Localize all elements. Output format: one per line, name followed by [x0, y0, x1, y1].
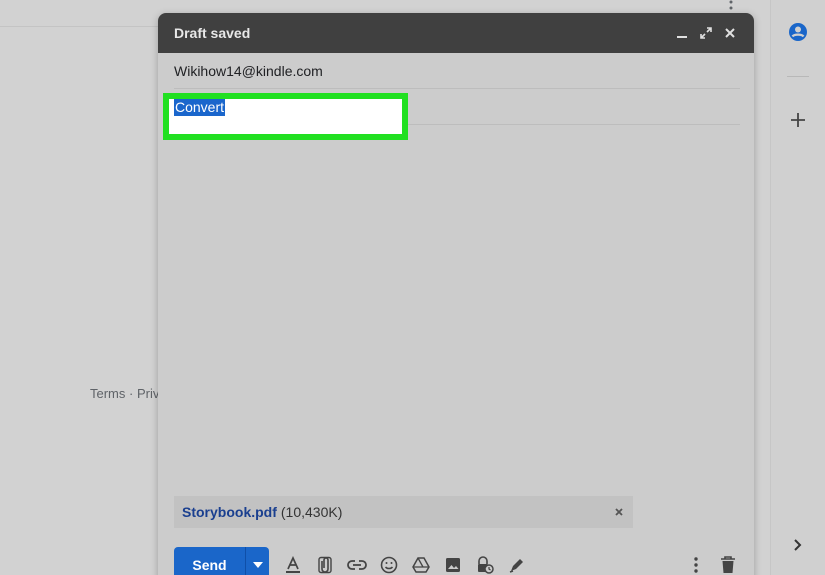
photo-icon[interactable]: [443, 555, 463, 575]
remove-attachment-icon[interactable]: [613, 506, 625, 518]
side-divider: [787, 76, 809, 77]
link-icon[interactable]: [347, 555, 367, 575]
subject-text[interactable]: Convert: [174, 99, 226, 116]
add-icon[interactable]: [787, 109, 809, 131]
attach-icon[interactable]: [315, 555, 335, 575]
close-icon[interactable]: [718, 21, 742, 45]
signature-icon[interactable]: [507, 555, 527, 575]
more-options-icon[interactable]: [686, 555, 706, 575]
subject-field[interactable]: Convert: [163, 89, 740, 140]
compose-title: Draft saved: [174, 25, 251, 41]
attachment-chip[interactable]: Storybook.pdf (10,430K): [174, 496, 633, 528]
chevron-right-icon[interactable]: [787, 534, 809, 556]
confidential-icon[interactable]: [475, 555, 495, 575]
send-button[interactable]: Send: [174, 547, 245, 575]
send-options-icon[interactable]: [245, 547, 269, 575]
footer-links[interactable]: Terms · Priva: [90, 386, 167, 401]
format-text-icon[interactable]: [283, 555, 303, 575]
recipient-email: Wikihow14@kindle.com: [174, 63, 323, 79]
compose-header[interactable]: Draft saved: [158, 13, 754, 53]
attachment-name[interactable]: Storybook.pdf: [182, 504, 277, 520]
expand-icon[interactable]: [694, 21, 718, 45]
side-panel: [770, 0, 825, 575]
more-icon[interactable]: [724, 0, 738, 14]
attachment-size: (10,430K): [280, 504, 343, 520]
trash-icon[interactable]: [718, 555, 738, 575]
background-divider: [0, 26, 160, 27]
compose-toolbar: Send: [174, 547, 738, 575]
compose-window: Draft saved Wikihow14@kindle.com Convert…: [158, 13, 754, 575]
drive-icon[interactable]: [411, 555, 431, 575]
to-field[interactable]: Wikihow14@kindle.com: [174, 53, 740, 89]
emoji-icon[interactable]: [379, 555, 399, 575]
contacts-icon[interactable]: [787, 21, 809, 43]
minimize-icon[interactable]: [670, 21, 694, 45]
